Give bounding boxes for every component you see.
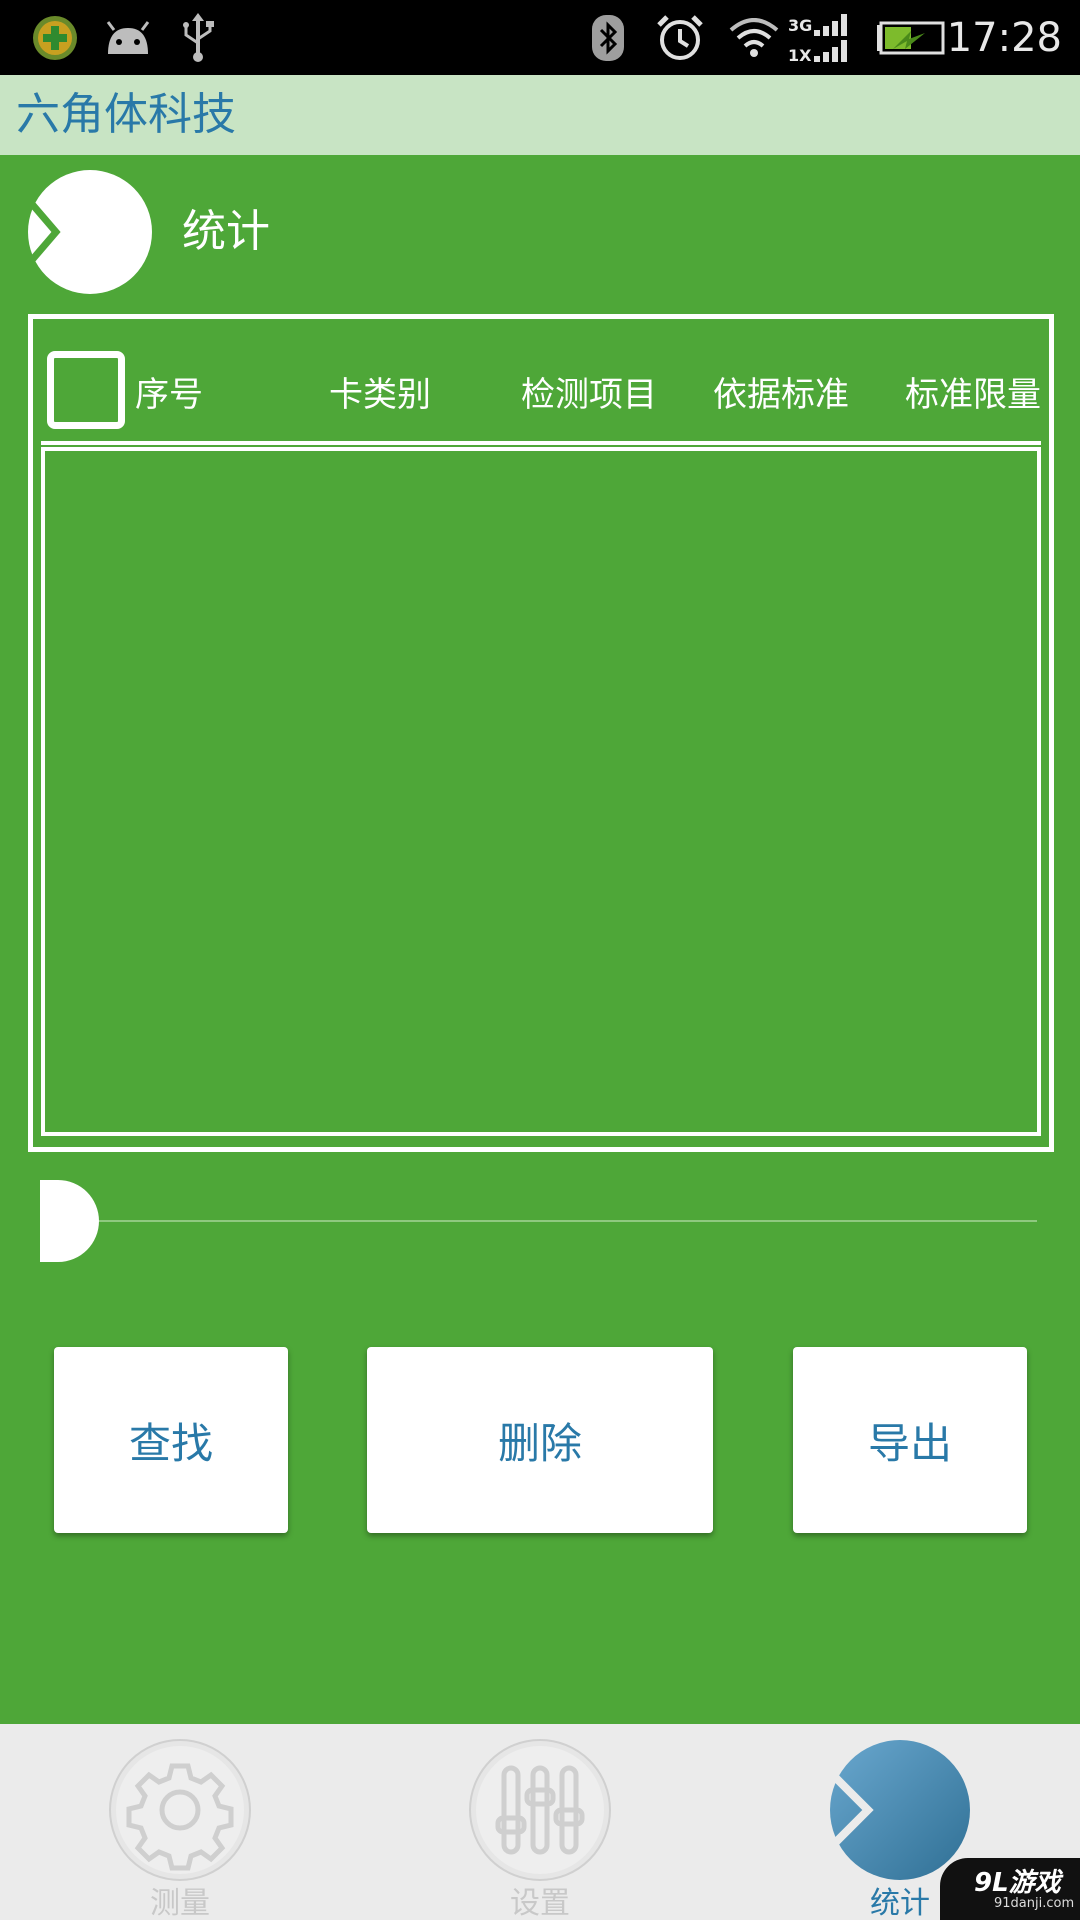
app-title: 六角体科技	[16, 89, 236, 140]
watermark-domain: 91danji.com	[994, 1896, 1075, 1911]
column-header-standard[interactable]: 依据标准	[713, 367, 849, 416]
watermark-logo: 9L游戏 91danji.com	[940, 1858, 1080, 1920]
column-header-test-item[interactable]: 检测项目	[521, 367, 657, 416]
pie-chart-icon	[828, 1738, 972, 1882]
bluetooth-icon	[588, 12, 628, 64]
signal-icon	[812, 12, 854, 64]
network-type-bottom: 1X	[788, 46, 812, 65]
network-type-top: 3G	[788, 16, 813, 35]
sliders-icon	[468, 1738, 612, 1882]
column-header-index[interactable]: 序号	[135, 367, 203, 416]
wifi-icon	[726, 12, 782, 64]
app-title-bar: 六角体科技	[0, 75, 1080, 155]
nav-item-measure[interactable]: 测量	[72, 1724, 272, 1920]
table-header-divider	[41, 441, 1041, 445]
table-body[interactable]	[41, 447, 1041, 1136]
nav-item-settings[interactable]: 设置	[432, 1724, 632, 1920]
bottom-navigation: 测量 设置 统计	[0, 1724, 1080, 1920]
alarm-icon	[652, 12, 708, 64]
battery-charging-icon	[874, 12, 946, 64]
pie-chart-icon	[26, 168, 154, 296]
android-icon	[100, 12, 156, 64]
app-notification-icon	[28, 12, 82, 64]
clock: 17:28	[946, 15, 1062, 61]
slider-thumb[interactable]	[40, 1180, 100, 1262]
usb-icon	[176, 12, 220, 64]
export-button[interactable]: 导出	[793, 1347, 1027, 1533]
column-header-limit[interactable]: 标准限量	[905, 367, 1041, 416]
nav-label-settings: 设置	[510, 1886, 570, 1920]
search-button[interactable]: 查找	[54, 1347, 288, 1533]
nav-label-measure: 测量	[150, 1886, 210, 1920]
gear-icon	[108, 1738, 252, 1882]
delete-button[interactable]: 删除	[367, 1347, 713, 1533]
watermark-brand: 9L游戏	[974, 1868, 1061, 1898]
select-all-checkbox[interactable]	[47, 351, 125, 429]
section-title: 统计	[182, 206, 270, 257]
records-table: 序号 卡类别 检测项目 依据标准 标准限量	[28, 314, 1054, 1152]
column-header-card-type[interactable]: 卡类别	[329, 367, 431, 416]
status-bar: 3G 1X 17:28	[0, 0, 1080, 75]
slider-track[interactable]	[60, 1220, 1037, 1222]
